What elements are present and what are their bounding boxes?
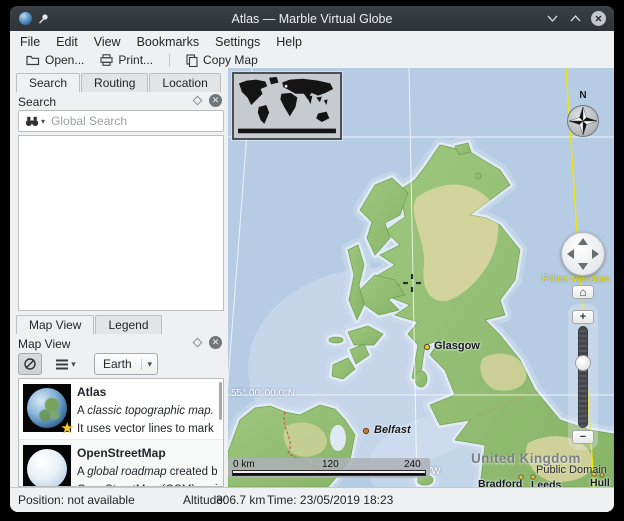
maps-list-scrollbar[interactable] [219,382,222,420]
sidebar-top-tabs: Search Routing Location [16,73,222,92]
map-item-desc1: A classic topographic map. [77,405,217,417]
statusbar: Position: not available Altitude: 306.7 … [10,487,614,512]
tab-map-view[interactable]: Map View [16,315,94,334]
chevron-down-icon: ▾ [141,359,157,370]
app-window: Atlas — Marble Virtual Globe File Edit V… [10,6,614,512]
menu-edit[interactable]: Edit [48,33,86,51]
search-panel-header: Search ✕ [18,93,224,109]
menu-file[interactable]: File [12,33,48,51]
compass-north-label: N [579,90,586,101]
print-label: Print... [118,53,153,67]
toolbar: Open... Print... Copy Map [10,52,614,68]
scale-start: 0 km [233,459,255,470]
scale-bar-rule [232,470,426,476]
copy-map-label: Copy Map [203,53,258,67]
chevron-down-icon: ▾ [71,359,76,370]
mapview-panel-title: Map View [18,337,70,351]
atlas-thumbnail: ★ [23,384,71,432]
city-label-glasgow: Glasgow [434,340,480,352]
titlebar[interactable]: Atlas — Marble Virtual Globe [10,6,614,31]
globe-projection-icon [23,357,37,371]
city-label-bradford: Bradford [478,478,522,487]
pan-control[interactable] [561,232,605,276]
menubar: File Edit View Bookmarks Settings Help [10,31,614,52]
pan-right-icon[interactable] [592,249,599,259]
city-label-leeds: Leeds [531,479,561,487]
minimize-button[interactable] [545,11,560,26]
overview-map[interactable] [232,72,342,140]
toolbar-separator [169,54,170,67]
window-title: Atlas — Marble Virtual Globe [10,12,614,26]
open-label: Open... [45,53,84,67]
sidebar-bottom-tabs: Map View Legend [16,315,163,334]
menu-help[interactable]: Help [268,33,310,51]
search-input-wrap: ▾ [18,110,224,132]
search-panel-title: Search [18,95,56,109]
city-label-hull: Hull [590,477,610,487]
status-time: Time: 23/05/2019 18:23 [267,493,393,507]
map-scale-bar: 0 km 120 240 [228,458,430,478]
compass-icon[interactable]: N [563,86,603,144]
map-item-desc1: A global roadmap created by the [77,466,217,478]
zoom-out-button[interactable]: − [572,430,594,444]
copy-map-button[interactable]: Copy Map [180,53,264,67]
scale-end: 240 [404,459,421,470]
tab-legend[interactable]: Legend [95,315,161,334]
mapview-panel-header: Map View ✕ [18,335,224,351]
tab-search[interactable]: Search [16,73,80,92]
status-position: Position: not available [18,493,135,507]
list-icon [56,359,68,370]
current-view-marker [285,85,288,88]
copy-icon [186,54,198,67]
printer-icon [100,54,113,66]
menu-bookmarks[interactable]: Bookmarks [129,33,208,51]
float-panel-icon[interactable] [193,338,203,348]
maximize-button[interactable] [568,11,583,26]
close-panel-icon[interactable]: ✕ [209,94,222,107]
celestial-body-value: Earth [95,357,141,371]
city-label-belfast: Belfast [374,424,411,436]
float-panel-icon[interactable] [193,96,203,106]
pan-left-icon[interactable] [567,249,574,259]
pan-up-icon[interactable] [578,238,588,245]
license-attribution[interactable]: Public Domain [536,464,607,476]
home-button[interactable]: ⌂ [572,285,594,299]
osm-thumbnail [23,445,71,487]
world-silhouette [234,74,340,138]
close-button[interactable] [591,11,606,26]
celestial-body-select[interactable]: Earth ▾ [94,353,158,375]
zoom-slider-handle[interactable] [575,355,591,371]
maps-list: ★ Atlas A classic topographic map. It us… [18,378,224,487]
map-canvas[interactable]: 55° 00' 00.0"N 5° 00' 00.0"W Glasgow Bel… [228,68,614,487]
scale-mid: 120 [322,459,339,470]
close-panel-icon[interactable]: ✕ [209,336,222,349]
mapview-controls: ▾ Earth ▾ [18,353,224,377]
menu-settings[interactable]: Settings [207,33,268,51]
zoom-in-button[interactable]: + [572,310,594,324]
tab-location[interactable]: Location [149,73,220,92]
map-item-atlas[interactable]: ★ Atlas A classic topographic map. It us… [19,379,223,439]
sidebar: Search Routing Location Search ✕ ▾ [14,73,228,487]
status-altitude-value: 306.7 km [216,493,265,507]
projection-button[interactable] [18,353,42,375]
folder-icon [26,54,40,66]
prime-meridian-label: Prime Meridian [542,274,609,285]
map-item-title: OpenStreetMap [77,445,217,460]
map-item-title: Atlas [77,384,217,399]
menu-view[interactable]: View [86,33,129,51]
print-button[interactable]: Print... [94,53,159,67]
map-item-desc2: It uses vector lines to mark [77,423,217,435]
map-item-openstreetmap[interactable]: OpenStreetMap A global roadmap created b… [19,439,223,487]
zoom-slider-track[interactable] [578,326,588,428]
latitude-label: 55° 00' 00.0"N [231,388,295,399]
list-mode-button[interactable]: ▾ [48,353,84,375]
open-button[interactable]: Open... [20,53,90,67]
tab-routing[interactable]: Routing [81,73,148,92]
search-input[interactable] [45,114,223,128]
search-results-list[interactable] [18,135,224,311]
binoculars-icon [25,116,39,127]
favorite-star-icon: ★ [61,419,74,437]
pan-down-icon[interactable] [578,263,588,270]
